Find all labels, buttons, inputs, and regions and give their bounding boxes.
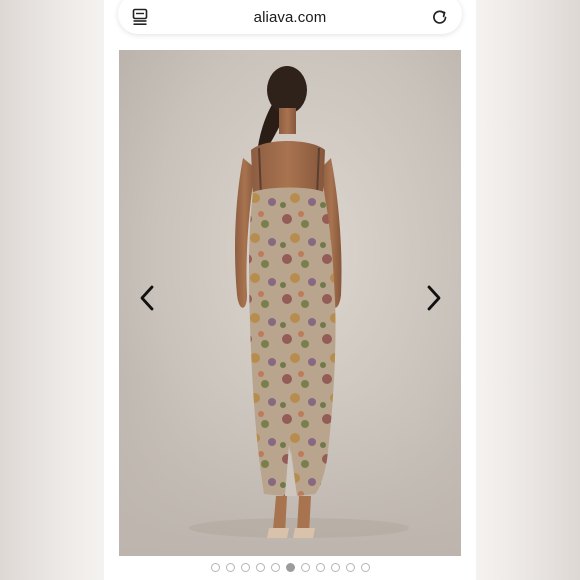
pagination-dots bbox=[0, 563, 580, 572]
previous-image-button[interactable] bbox=[133, 282, 161, 318]
pagination-dot[interactable] bbox=[270, 563, 280, 572]
pagination-dot[interactable] bbox=[240, 563, 250, 572]
pagination-dot[interactable] bbox=[255, 563, 265, 572]
pagination-dot[interactable] bbox=[360, 563, 370, 572]
url-text[interactable]: aliava.com bbox=[254, 9, 327, 26]
chevron-right-icon bbox=[426, 285, 442, 316]
pagination-dot[interactable] bbox=[225, 563, 235, 572]
tabs-icon[interactable] bbox=[131, 8, 149, 26]
address-bar[interactable]: aliava.com bbox=[118, 0, 462, 34]
pagination-dot[interactable] bbox=[315, 563, 325, 572]
pagination-dot[interactable] bbox=[210, 563, 220, 572]
pagination-dot-active[interactable] bbox=[285, 563, 295, 572]
reload-icon[interactable] bbox=[430, 7, 450, 27]
pagination-dot[interactable] bbox=[345, 563, 355, 572]
pagination-dot[interactable] bbox=[330, 563, 340, 572]
pagination-dot[interactable] bbox=[300, 563, 310, 572]
next-image-button[interactable] bbox=[420, 282, 448, 318]
chevron-left-icon bbox=[139, 285, 155, 316]
product-image bbox=[119, 50, 461, 556]
